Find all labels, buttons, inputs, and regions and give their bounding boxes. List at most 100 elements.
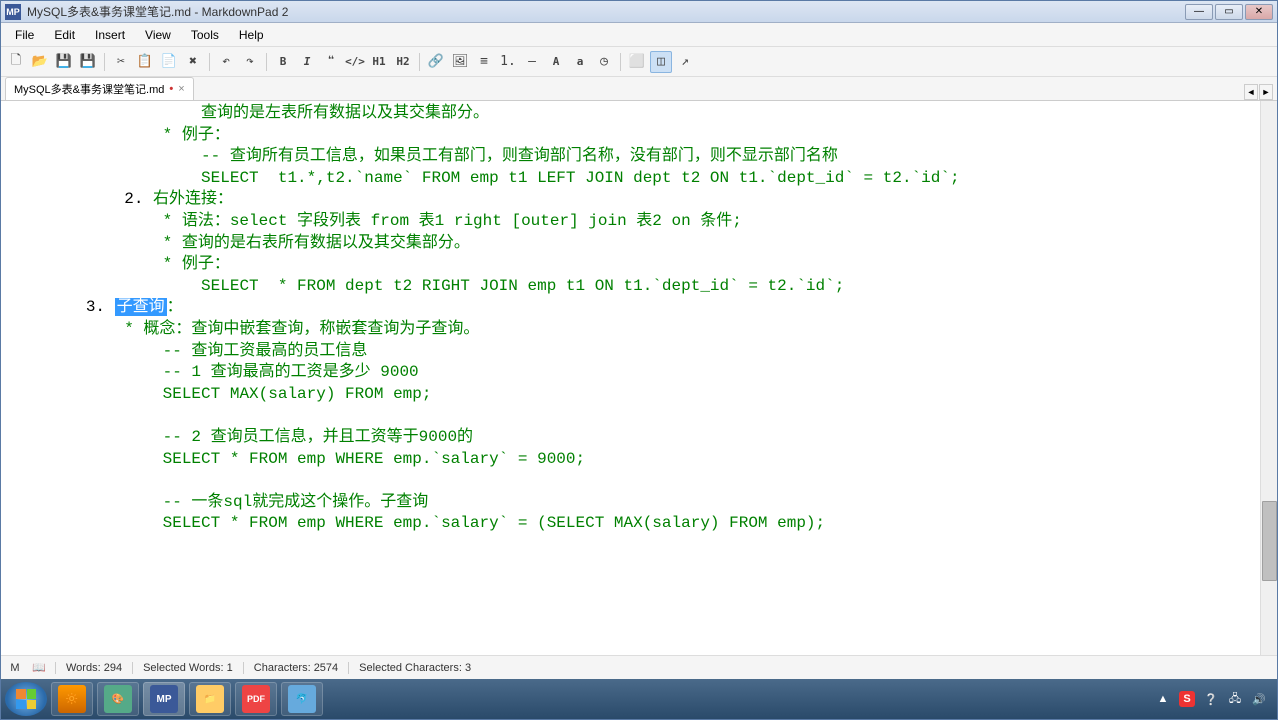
tray-expand-icon[interactable]: ▲	[1155, 691, 1171, 707]
editor-line: ：	[167, 298, 183, 316]
save-file-button[interactable]: 💾	[53, 51, 75, 73]
editor-line	[9, 406, 163, 424]
text-editor[interactable]: 查询的是左表所有数据以及其交集部分。 * 例子： -- 查询所有员工信息，如果员…	[1, 101, 1260, 655]
delete-button[interactable]: ✖	[182, 51, 204, 73]
close-button[interactable]: ✕	[1245, 4, 1273, 20]
book-icon: 📖	[31, 660, 47, 676]
status-selected-words: Selected Words: 1	[132, 662, 243, 674]
ime-icon[interactable]: S	[1179, 691, 1195, 707]
lowercase-button[interactable]: a	[569, 51, 591, 73]
status-bar: M 📖 Words: 294 Selected Words: 1 Charact…	[1, 655, 1277, 679]
ul-button[interactable]: ≡	[473, 51, 495, 73]
tab-bar: MySQL多表&事务课堂笔记.md • × ◄ ►	[1, 77, 1277, 101]
editor-line: * 概念：查询中嵌套查询，称嵌套查询为子查询。	[9, 320, 479, 338]
status-selected-characters: Selected Characters: 3	[348, 662, 481, 674]
editor-line: -- 一条sql就完成这个操作。子查询	[9, 493, 428, 511]
editor-line: * 例子：	[9, 255, 230, 273]
tab-scroll-controls: ◄ ►	[1244, 84, 1273, 100]
network-icon[interactable]: 🖧	[1227, 691, 1243, 707]
selected-text: 子查询	[115, 298, 167, 316]
toolbar-separator	[266, 53, 267, 71]
cut-button[interactable]: ✂	[110, 51, 132, 73]
dirty-indicator-icon: •	[169, 83, 173, 95]
document-tab[interactable]: MySQL多表&事务课堂笔记.md • ×	[5, 77, 194, 100]
quote-button[interactable]: ❝	[320, 51, 342, 73]
status-words: Words: 294	[55, 662, 132, 674]
tab-scroll-right-button[interactable]: ►	[1259, 84, 1273, 100]
menu-tools[interactable]: Tools	[181, 25, 229, 45]
editor-line: -- 查询所有员工信息，如果员工有部门，则查询部门名称，没有部门，则不显示部门名…	[9, 147, 838, 165]
editor-line	[9, 471, 163, 489]
toolbar-separator	[104, 53, 105, 71]
menubar: File Edit Insert View Tools Help	[1, 23, 1277, 47]
open-file-button[interactable]: 📂	[29, 51, 51, 73]
windows-logo-icon	[16, 689, 36, 709]
hr-button[interactable]: —	[521, 51, 543, 73]
editor-area: 查询的是左表所有数据以及其交集部分。 * 例子： -- 查询所有员工信息，如果员…	[1, 101, 1277, 655]
redo-button[interactable]: ↷	[239, 51, 261, 73]
export-button[interactable]: ↗	[674, 51, 696, 73]
menu-view[interactable]: View	[135, 25, 181, 45]
menu-file[interactable]: File	[5, 25, 44, 45]
taskbar-item[interactable]: 🐬	[281, 682, 323, 716]
editor-line: 右外连接：	[153, 190, 233, 208]
editor-line: SELECT * FROM emp WHERE emp.`salary` = 9…	[9, 450, 585, 468]
windows-taskbar: 🔆 🎨 MP 📁 PDF 🐬 ▲ S ❔ 🖧 🔊	[1, 679, 1277, 719]
window-title: MySQL多表&事务课堂笔记.md - MarkdownPad 2	[27, 3, 1185, 20]
save-all-button[interactable]: 💾	[77, 51, 99, 73]
toolbar-separator	[419, 53, 420, 71]
taskbar-item-pdf[interactable]: PDF	[235, 682, 277, 716]
ol-button[interactable]: 1.	[497, 51, 519, 73]
editor-line: -- 1 查询最高的工资是多少 9000	[9, 363, 419, 381]
status-characters: Characters: 2574	[243, 662, 348, 674]
markdown-icon: M	[7, 660, 23, 676]
vertical-scrollbar[interactable]	[1260, 101, 1277, 655]
scrollbar-thumb[interactable]	[1262, 501, 1277, 581]
copy-button[interactable]: 📋	[134, 51, 156, 73]
editor-line: SELECT * FROM dept t2 RIGHT JOIN emp t1 …	[9, 277, 844, 295]
bold-button[interactable]: B	[272, 51, 294, 73]
italic-button[interactable]: I	[296, 51, 318, 73]
image-button[interactable]: 🖼	[449, 51, 471, 73]
undo-button[interactable]: ↶	[215, 51, 237, 73]
toolbar-separator	[209, 53, 210, 71]
taskbar-item[interactable]: 🔆	[51, 682, 93, 716]
maximize-button[interactable]: ▭	[1215, 4, 1243, 20]
editor-line-number: 2.	[9, 190, 153, 208]
h2-button[interactable]: H2	[392, 51, 414, 73]
link-button[interactable]: 🔗	[425, 51, 447, 73]
minimize-button[interactable]: —	[1185, 4, 1213, 20]
tab-close-button[interactable]: ×	[178, 83, 184, 95]
editor-line: * 查询的是右表所有数据以及其交集部分。	[9, 234, 470, 252]
volume-icon[interactable]: 🔊	[1251, 691, 1267, 707]
toolbar-separator	[620, 53, 621, 71]
live-preview-button[interactable]: ◫	[650, 51, 672, 73]
editor-line: * 语法：select 字段列表 from 表1 right [outer] j…	[9, 212, 742, 230]
start-button[interactable]	[5, 682, 47, 716]
menu-help[interactable]: Help	[229, 25, 274, 45]
code-button[interactable]: </>	[344, 51, 366, 73]
menu-insert[interactable]: Insert	[85, 25, 135, 45]
toolbar: 🗋 📂 💾 💾 ✂ 📋 📄 ✖ ↶ ↷ B I ❝ </> H1 H2 🔗 🖼 …	[1, 47, 1277, 77]
editor-line: 查询的是左表所有数据以及其交集部分。	[9, 104, 489, 122]
help-icon[interactable]: ❔	[1203, 691, 1219, 707]
window-controls: — ▭ ✕	[1185, 4, 1273, 20]
editor-line-number: 3.	[9, 298, 115, 316]
paste-button[interactable]: 📄	[158, 51, 180, 73]
taskbar-item-explorer[interactable]: 📁	[189, 682, 231, 716]
menu-edit[interactable]: Edit	[44, 25, 85, 45]
editor-line: SELECT MAX(salary) FROM emp;	[9, 385, 431, 403]
app-icon: MP	[5, 4, 21, 20]
editor-line: -- 2 查询员工信息，并且工资等于9000的	[9, 428, 473, 446]
taskbar-item[interactable]: 🎨	[97, 682, 139, 716]
editor-line: * 例子：	[9, 126, 230, 144]
uppercase-button[interactable]: A	[545, 51, 567, 73]
system-tray: ▲ S ❔ 🖧 🔊	[1155, 691, 1273, 707]
h1-button[interactable]: H1	[368, 51, 390, 73]
main-window: MP MySQL多表&事务课堂笔记.md - MarkdownPad 2 — ▭…	[0, 0, 1278, 720]
tab-scroll-left-button[interactable]: ◄	[1244, 84, 1258, 100]
preview-button[interactable]: ⬜	[626, 51, 648, 73]
taskbar-item-markdownpad[interactable]: MP	[143, 682, 185, 716]
new-file-button[interactable]: 🗋	[5, 51, 27, 73]
timestamp-button[interactable]: ◷	[593, 51, 615, 73]
